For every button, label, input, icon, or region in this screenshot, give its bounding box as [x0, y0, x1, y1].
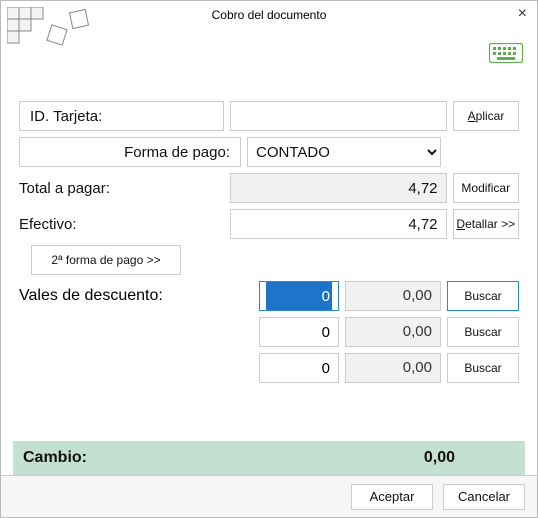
voucher-qty-2[interactable] [259, 317, 339, 347]
window-title: Cobro del documento [212, 8, 327, 22]
aceptar-button[interactable]: Aceptar [351, 484, 433, 510]
modificar-button[interactable]: Modificar [453, 173, 519, 203]
cambio-value: 0,00 [424, 449, 455, 467]
keyboard-icon[interactable] [489, 43, 523, 63]
forma-pago-label: Forma de pago: [19, 137, 241, 167]
id-tarjeta-input[interactable] [230, 101, 447, 131]
aplicar-button[interactable]: Aplicar [453, 101, 519, 131]
footer: Aceptar Cancelar [1, 475, 537, 517]
total-pagar-field [230, 173, 447, 203]
buscar-button-3[interactable]: Buscar [447, 353, 519, 383]
efectivo-label: Efectivo: [19, 216, 224, 233]
forma-pago-select[interactable]: CONTADO [247, 137, 441, 167]
app-logo-icon [7, 7, 97, 63]
cambio-bar: Cambio: 0,00 [13, 441, 525, 475]
buscar-button-1[interactable]: Buscar [447, 281, 519, 311]
voucher-amount-3: 0,00 [345, 353, 441, 383]
voucher-amount-1: 0,00 [345, 281, 441, 311]
voucher-qty-3[interactable] [259, 353, 339, 383]
voucher-qty-1[interactable] [259, 281, 339, 311]
detallar-button[interactable]: Detallar >> [453, 209, 519, 239]
buscar-button-2[interactable]: Buscar [447, 317, 519, 347]
vales-label-text: ales de descuento: [28, 287, 162, 304]
segunda-forma-button[interactable]: 2ª forma de pago >> [31, 245, 181, 275]
close-icon[interactable]: × [518, 5, 527, 23]
vales-label: Vales de descuento: [19, 287, 163, 305]
voucher-amount-2: 0,00 [345, 317, 441, 347]
total-pagar-label: Total a pagar: [19, 180, 224, 197]
id-tarjeta-label: ID. Tarjeta: [19, 101, 224, 131]
cambio-label: Cambio: [23, 449, 87, 467]
efectivo-input[interactable] [230, 209, 447, 239]
cancelar-button[interactable]: Cancelar [443, 484, 525, 510]
